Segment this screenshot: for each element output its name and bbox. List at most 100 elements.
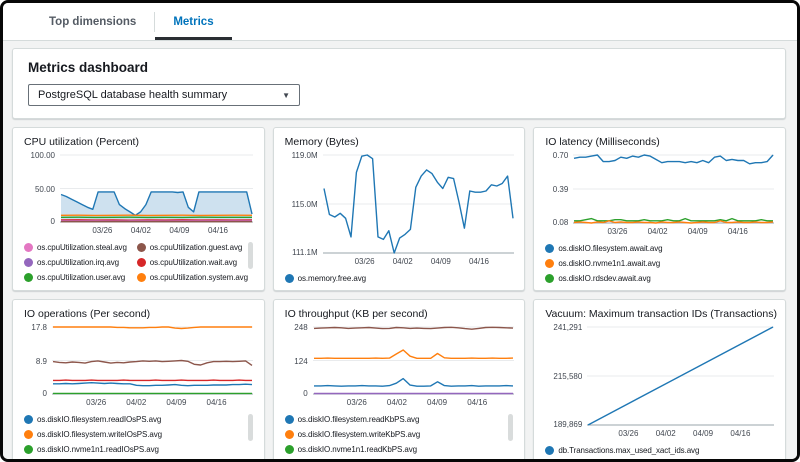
chart-canvas[interactable] xyxy=(587,326,774,426)
chart-plot[interactable] xyxy=(313,326,514,395)
chart-canvas[interactable] xyxy=(60,154,253,223)
chart-plot[interactable] xyxy=(52,326,253,395)
x-tick-label: 03/26 xyxy=(92,226,112,235)
legend-label: os.diskIO.nvme1n1.await.avg xyxy=(558,259,660,268)
series-line xyxy=(314,350,513,358)
legend-label: os.cpuUtilization.guest.avg xyxy=(150,243,242,252)
legend-item[interactable]: os.diskIO.filesystem.writeKbPS.avg xyxy=(285,427,420,442)
legend-label: os.diskIO.filesystem.await.avg xyxy=(558,244,662,253)
y-tick-label: 215,580 xyxy=(553,372,582,381)
tab-top-dimensions[interactable]: Top dimensions xyxy=(31,3,154,40)
x-tick-label: 04/16 xyxy=(208,226,228,235)
series-color-dot xyxy=(137,258,146,267)
series-color-dot xyxy=(24,445,33,454)
legend-item[interactable]: os.cpuUtilization.wait.avg xyxy=(137,255,248,270)
y-tick-label: 119.0M xyxy=(292,151,318,160)
chart-canvas[interactable] xyxy=(313,326,514,395)
chart-card-5: Vacuum: Maximum transaction IDs (Transac… xyxy=(533,299,786,459)
plot-area: 0.700.390.08 xyxy=(545,154,774,224)
x-tick-label: 04/09 xyxy=(693,429,713,438)
series-color-dot xyxy=(24,415,33,424)
x-axis-labels: 03/2604/0204/0904/16 xyxy=(587,428,774,440)
legend-item[interactable]: os.cpuUtilization.guest.avg xyxy=(137,240,248,255)
y-axis-labels: 2481240 xyxy=(285,326,313,395)
dashboard-select[interactable]: PostgreSQL database health summary ▼ xyxy=(28,84,300,106)
legend-item[interactable]: os.memory.free.avg xyxy=(285,271,366,286)
x-tick-label: 04/02 xyxy=(648,227,668,236)
y-tick-label: 0 xyxy=(43,389,47,398)
legend-item[interactable]: os.cpuUtilization.system.avg xyxy=(137,270,248,285)
legend: os.memory.free.avg xyxy=(285,271,514,286)
y-axis-labels: 241,291215,580189,869 xyxy=(545,326,587,426)
chart-card-1: Memory (Bytes) 119.0M115.0M111.1M 03/2604/… xyxy=(273,127,526,291)
x-axis-labels: 03/2604/0204/0904/16 xyxy=(573,226,774,238)
legend-item[interactable]: os.diskIO.rdsdev.await.avg xyxy=(545,271,650,286)
x-tick-label: 04/09 xyxy=(427,398,447,407)
dashboard-title: Metrics dashboard xyxy=(28,60,770,75)
chart-title: Vacuum: Maximum transaction IDs (Transac… xyxy=(545,308,774,320)
series-line xyxy=(574,155,773,164)
legend-label: db.Transactions.max_used_xact_ids.avg xyxy=(558,446,699,455)
x-tick-label: 04/09 xyxy=(169,226,189,235)
chart-card-0: CPU utilization (Percent)100.0050.00003/… xyxy=(12,127,265,291)
chart-title: Memory (Bytes) xyxy=(285,136,514,148)
tabs-bar: Top dimensions Metrics xyxy=(3,3,797,41)
y-tick-label: 241,291 xyxy=(553,323,582,332)
series-color-dot xyxy=(545,274,554,283)
chart-plot[interactable] xyxy=(573,154,774,224)
series-color-dot xyxy=(24,243,33,252)
legend-item[interactable]: os.cpuUtilization.steal.avg xyxy=(24,240,127,255)
x-tick-label: 04/02 xyxy=(387,398,407,407)
legend-label: os.cpuUtilization.irq.avg xyxy=(37,258,119,267)
y-tick-label: 0.70 xyxy=(553,151,569,160)
legend-label: os.cpuUtilization.system.avg xyxy=(150,273,248,282)
plot-area: 119.0M115.0M111.1M xyxy=(285,154,514,254)
legend-item[interactable]: os.diskIO.filesystem.await.avg xyxy=(545,241,662,256)
legend-scrollbar[interactable] xyxy=(508,414,513,441)
series-color-dot xyxy=(285,445,294,454)
legend-scrollbar[interactable] xyxy=(248,242,253,269)
x-tick-label: 04/16 xyxy=(730,429,750,438)
legend-label: os.diskIO.filesystem.writeKbPS.avg xyxy=(298,430,420,439)
tab-metrics[interactable]: Metrics xyxy=(155,3,231,40)
legend-item[interactable]: os.diskIO.filesystem.writeIOsPS.avg xyxy=(24,427,162,442)
chart-canvas[interactable] xyxy=(573,154,774,224)
y-tick-label: 248 xyxy=(294,323,307,332)
legend-item[interactable]: os.diskIO.filesystem.readIOsPS.avg xyxy=(24,412,161,427)
legend-item[interactable]: os.diskIO.nvme1n1.readKbPS.avg xyxy=(285,442,417,457)
x-tick-label: 04/09 xyxy=(166,398,186,407)
legend-item[interactable]: os.diskIO.nvme1n1.readIOsPS.avg xyxy=(24,442,159,457)
y-tick-label: 17.8 xyxy=(31,323,47,332)
legend-item[interactable]: os.cpuUtilization.nice.avg xyxy=(24,285,127,286)
series-line xyxy=(53,327,252,329)
series-color-dot xyxy=(285,430,294,439)
legend-item[interactable]: os.cpuUtilization.irq.avg xyxy=(24,255,127,270)
y-axis-labels: 17.88.90 xyxy=(24,326,52,395)
plot-area: 2481240 xyxy=(285,326,514,395)
chevron-down-icon: ▼ xyxy=(282,91,290,100)
chart-canvas[interactable] xyxy=(52,326,253,395)
legend-item[interactable]: db.Transactions.max_used_xact_ids.avg xyxy=(545,443,699,458)
y-tick-label: 111.1M xyxy=(292,248,318,257)
legend-item[interactable]: os.cpuUtilization.user.avg xyxy=(24,270,127,285)
x-tick-label: 03/26 xyxy=(347,398,367,407)
legend: os.diskIO.filesystem.readIOsPS.avgos.dis… xyxy=(24,412,253,458)
plot-area: 241,291215,580189,869 xyxy=(545,326,774,426)
x-tick-label: 04/16 xyxy=(207,398,227,407)
x-axis-labels: 03/2604/0204/0904/16 xyxy=(323,256,514,268)
chart-plot[interactable] xyxy=(323,154,514,254)
x-tick-label: 04/02 xyxy=(393,257,413,266)
chart-canvas[interactable] xyxy=(323,154,514,254)
chart-plot[interactable] xyxy=(587,326,774,426)
legend: os.cpuUtilization.steal.avg os.cpuUtiliza… xyxy=(24,240,253,286)
content-area: Metrics dashboard PostgreSQL database he… xyxy=(3,41,797,459)
chart-plot[interactable] xyxy=(60,154,253,223)
legend-scrollbar[interactable] xyxy=(248,414,253,441)
legend-item[interactable]: os.diskIO.filesystem.readKbPS.avg xyxy=(285,412,420,427)
legend-item[interactable]: os.diskIO.nvme1n1.writeIOsPS.avg xyxy=(24,457,160,458)
legend-label: os.cpuUtilization.wait.avg xyxy=(150,258,237,267)
series-color-dot xyxy=(545,446,554,455)
legend-item[interactable]: os.diskIO.nvme1n1.await.avg xyxy=(545,256,660,271)
series-color-dot xyxy=(24,258,33,267)
legend-item[interactable]: os.diskIO.nvme1n1.writeKbPS.avg xyxy=(285,457,418,458)
